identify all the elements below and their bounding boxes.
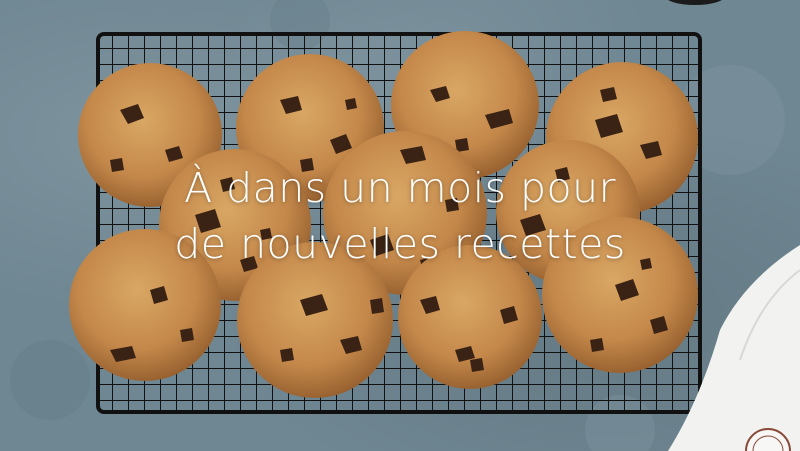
hero-banner: À dans un mois pour de nouvelles recette… (0, 0, 800, 451)
hero-caption: À dans un mois pour de nouvelles recette… (0, 160, 800, 272)
caption-line-2: de nouvelles recettes (174, 220, 626, 268)
caption-line-1: À dans un mois pour (184, 164, 616, 212)
bowl-icon (668, 0, 722, 5)
